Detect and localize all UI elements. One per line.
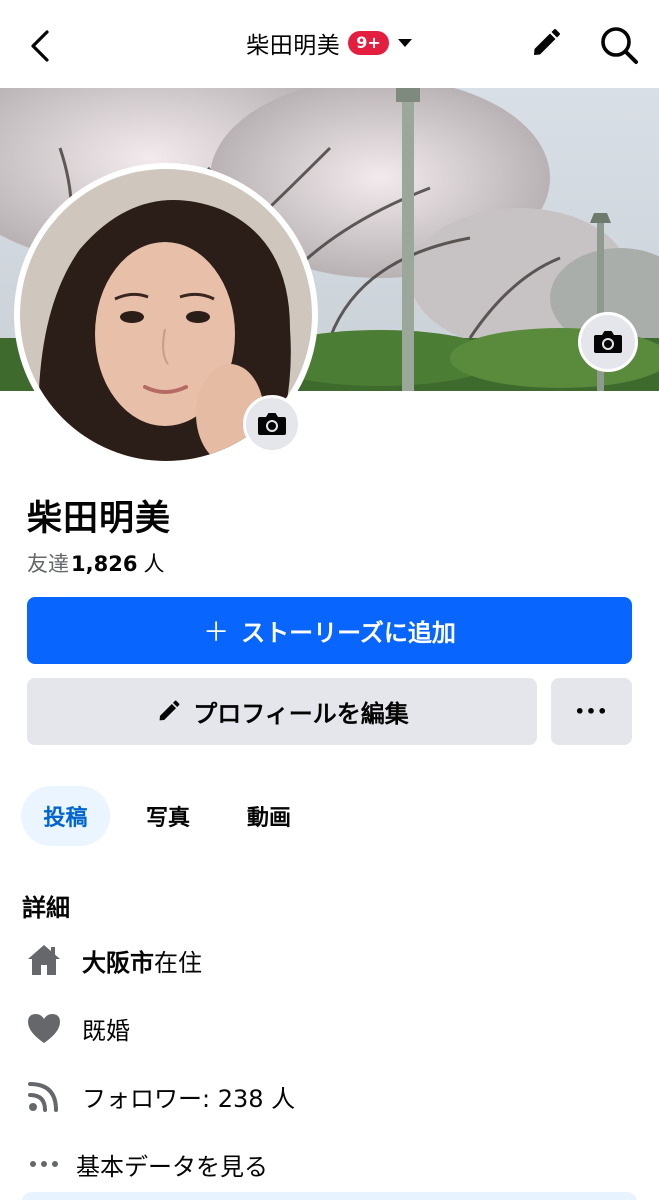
see-about-label: 基本データを見る xyxy=(76,1152,268,1181)
pencil-icon xyxy=(534,29,560,55)
tab-photos[interactable]: 写真 xyxy=(112,786,224,846)
friends-prefix: 友達 xyxy=(27,552,69,576)
residence-suffix: 在住 xyxy=(154,948,202,977)
add-story-label: ストーリーズに追加 xyxy=(241,619,456,647)
search-icon xyxy=(601,27,638,64)
camera-icon xyxy=(258,413,286,435)
add-story-button[interactable]: ＋ ストーリーズに追加 xyxy=(27,597,632,664)
profile-tabs: 投稿 写真 動画 xyxy=(21,786,314,846)
edit-profile-label: プロフィールを編集 xyxy=(193,700,409,728)
cover-camera-button[interactable] xyxy=(578,312,638,372)
followers-count[interactable]: フォロワー: 238 人 xyxy=(82,1079,295,1114)
bottom-panel-edge xyxy=(22,1192,637,1200)
home-icon xyxy=(22,938,66,982)
more-options-button[interactable]: ••• xyxy=(551,678,632,745)
details-heading: 詳細 xyxy=(22,894,70,922)
plus-icon: ＋ xyxy=(203,618,230,648)
top-bar: 柴田明美 9+ xyxy=(0,0,659,88)
ellipsis-icon: ••• xyxy=(574,702,609,721)
friends-count[interactable]: 友達 1,826 人 xyxy=(27,548,164,578)
detail-residence: 大阪市 在住 xyxy=(22,938,202,982)
relationship-status: 既婚 xyxy=(82,1016,130,1045)
edit-button[interactable] xyxy=(523,22,567,66)
residence-city[interactable]: 大阪市 xyxy=(82,943,154,978)
rss-icon xyxy=(22,1074,66,1118)
detail-relationship: 既婚 xyxy=(22,1006,130,1050)
detail-followers: フォロワー: 238 人 xyxy=(22,1074,295,1118)
page-title: 柴田明美 xyxy=(246,33,341,59)
pencil-icon xyxy=(159,700,180,720)
camera-icon xyxy=(594,331,622,353)
notification-badge: 9+ xyxy=(348,31,389,55)
heart-icon xyxy=(22,1006,66,1050)
friends-unit: 人 xyxy=(143,552,165,576)
avatar-camera-button[interactable] xyxy=(243,395,301,453)
search-button[interactable] xyxy=(596,22,642,68)
profile-name: 柴田明美 xyxy=(27,499,172,539)
tab-videos[interactable]: 動画 xyxy=(224,786,314,846)
tab-posts[interactable]: 投稿 xyxy=(21,786,110,846)
caret-down-icon xyxy=(397,38,413,48)
friends-number: 1,826 xyxy=(71,552,138,576)
see-about-info[interactable]: 基本データを見る xyxy=(22,1142,268,1186)
edit-profile-button[interactable]: プロフィールを編集 xyxy=(27,678,537,745)
ellipsis-icon xyxy=(22,1142,66,1186)
